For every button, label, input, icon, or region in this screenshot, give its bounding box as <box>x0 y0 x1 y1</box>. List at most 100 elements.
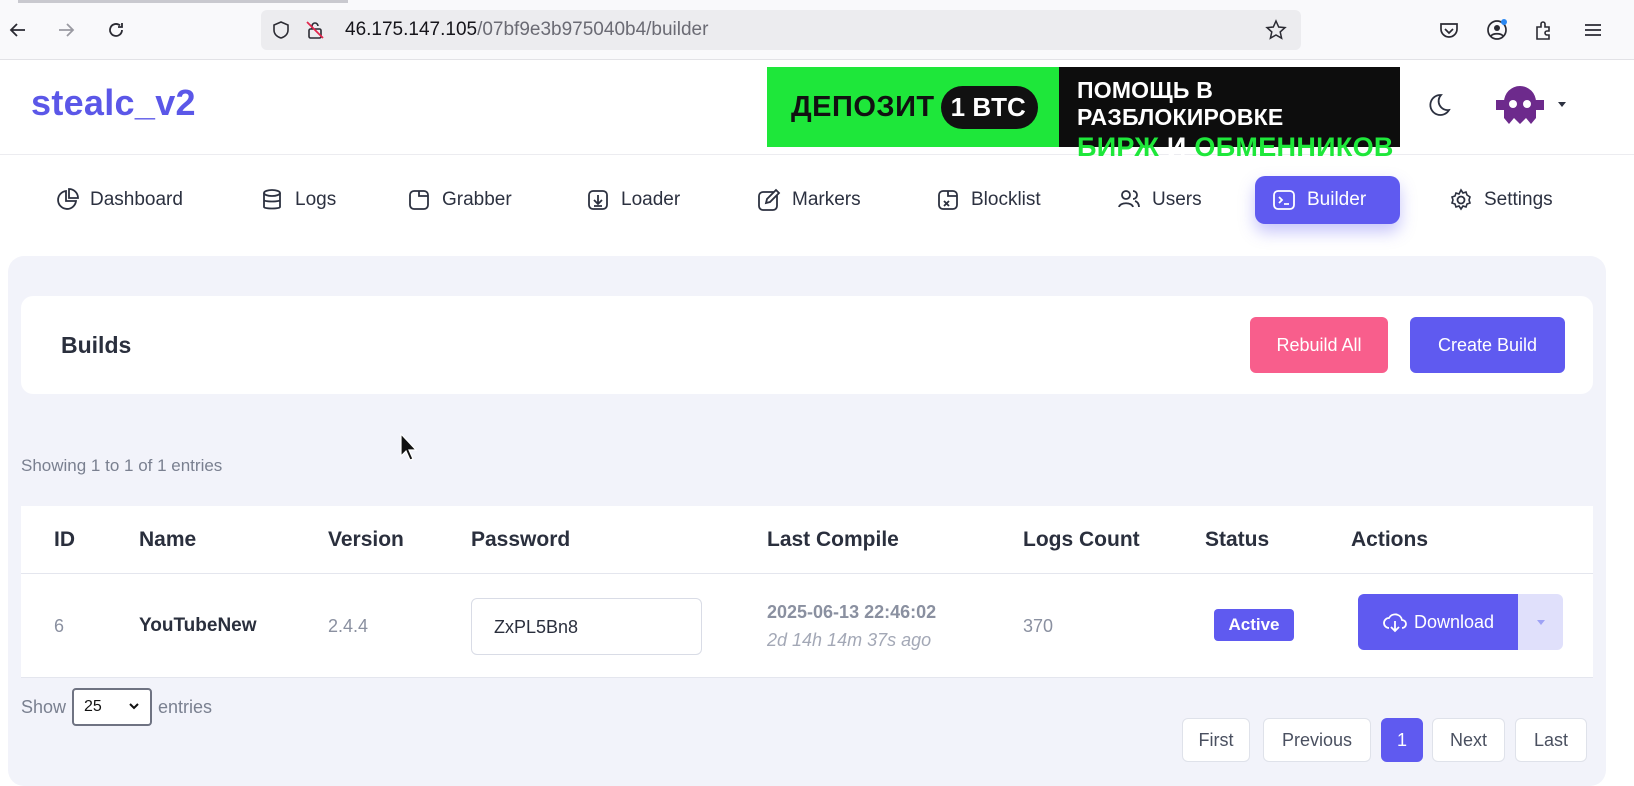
url-host: 46.175.147.105 <box>345 19 478 40</box>
nav-loader[interactable]: Loader <box>569 176 696 224</box>
page-size-control: Show 25 entries <box>21 688 212 726</box>
nav-dashboard-label: Dashboard <box>90 189 183 210</box>
banner-line1: ПОМОЩЬ В РАЗБЛОКИРОВКЕ <box>1077 77 1284 130</box>
nav-grabber-label: Grabber <box>442 189 512 210</box>
table-row: 6 YouTubeNew 2.4.4 ZxPL5Bn8 2025-06-13 2… <box>21 574 1593 678</box>
active-tab-indicator[interactable] <box>18 0 348 3</box>
nav-settings-label: Settings <box>1484 189 1553 210</box>
page-size-select[interactable]: 25 <box>72 688 153 726</box>
column-header-name[interactable]: Name <box>139 528 196 552</box>
show-label: Show <box>21 696 67 717</box>
forward-button[interactable] <box>52 16 80 44</box>
url-path: /07bf9e3b975040b4/builder <box>477 19 709 40</box>
forward-arrow-icon <box>59 23 75 37</box>
pagination-last[interactable]: Last <box>1515 718 1587 762</box>
nav-markers-label: Markers <box>792 189 861 210</box>
pagination-next[interactable]: Next <box>1432 718 1505 762</box>
reload-icon <box>109 23 123 37</box>
banner-line2: БИРЖ И ОБМЕННИКОВ <box>1077 131 1400 163</box>
banner-line2-b: И <box>1166 132 1187 162</box>
pagination-current[interactable]: 1 <box>1381 718 1423 762</box>
nav-logs-label: Logs <box>295 189 337 210</box>
cell-last-compile-ago: 2d 14h 14m 37s ago <box>767 630 932 650</box>
nav-blocklist-label: Blocklist <box>971 189 1041 210</box>
nav-markers[interactable]: Markers <box>740 176 877 224</box>
brand-logo[interactable]: stealc_v2 <box>31 82 196 124</box>
password-field[interactable]: ZxPL5Bn8 <box>471 598 702 655</box>
nav-logs[interactable]: Logs <box>243 176 352 224</box>
column-header-logs-count[interactable]: Logs Count <box>1023 528 1140 552</box>
blocked-file-icon <box>938 190 958 210</box>
avatar[interactable] <box>1494 80 1546 130</box>
pocket-icon[interactable] <box>1437 18 1461 42</box>
page-title: Builds <box>61 332 132 358</box>
download-label: Download <box>1413 611 1495 632</box>
ad-banner[interactable]: ДЕПОЗИТ 1 BTC ПОМОЩЬ В РАЗБЛОКИРОВКЕ БИР… <box>767 67 1400 162</box>
rebuild-all-button[interactable]: Rebuild All <box>1250 317 1388 373</box>
column-header-last-compile[interactable]: Last Compile <box>767 528 899 552</box>
cell-version: 2.4.4 <box>328 616 369 636</box>
cell-last-compile: 2025-06-13 22:46:02 <box>767 602 937 622</box>
app-header: stealc_v2 ДЕПОЗИТ 1 BTC ПОМОЩЬ В РАЗБЛОК… <box>0 60 1634 162</box>
file-icon <box>409 190 429 210</box>
download-dropdown-toggle[interactable] <box>1518 594 1563 650</box>
status-badge: Active <box>1214 609 1294 641</box>
banner-deposit-text: ДЕПОЗИТ <box>791 90 935 123</box>
create-build-button[interactable]: Create Build <box>1410 317 1565 373</box>
column-header-password[interactable]: Password <box>471 528 570 552</box>
address-bar[interactable]: 46.175.147.105/07bf9e3b975040b4/builder <box>261 10 1301 50</box>
banner-line2-c: ОБМЕННИКОВ <box>1194 132 1394 162</box>
banner-line2-a: БИРЖ <box>1077 132 1160 162</box>
url-text[interactable]: 46.175.147.105/07bf9e3b975040b4/builder <box>345 20 708 40</box>
nav-users-label: Users <box>1152 189 1202 210</box>
users-icon <box>1118 190 1140 208</box>
column-header-actions: Actions <box>1351 528 1429 551</box>
nav-loader-label: Loader <box>621 189 681 210</box>
banner-help: ПОМОЩЬ В РАЗБЛОКИРОВКЕ БИРЖ И ОБМЕННИКОВ <box>1059 67 1400 162</box>
extensions-icon[interactable] <box>1532 18 1556 42</box>
download-box-icon <box>588 190 608 210</box>
pagination-previous[interactable]: Previous <box>1263 718 1371 762</box>
entries-info: Showing 1 to 1 of 1 entries <box>21 456 223 475</box>
banner-deposit: ДЕПОЗИТ 1 BTC <box>767 67 1059 147</box>
page-size-value: 25 <box>84 698 102 715</box>
moon-icon[interactable] <box>1424 91 1452 119</box>
cell-logs-count: 370 <box>1023 616 1054 636</box>
builds-table: ID Name Version Password Last Compile Lo… <box>21 506 1593 678</box>
insecure-lock-icon[interactable] <box>305 20 325 40</box>
menu-icon[interactable] <box>1581 18 1605 42</box>
nav-builder-label: Builder <box>1307 189 1367 210</box>
back-arrow-icon <box>9 23 25 37</box>
account-icon[interactable] <box>1485 18 1509 42</box>
reload-button[interactable] <box>102 16 130 44</box>
column-header-status[interactable]: Status <box>1205 528 1269 552</box>
bookmark-star-icon[interactable] <box>1265 19 1287 41</box>
shield-icon[interactable] <box>271 20 291 40</box>
banner-btc-pill: 1 BTC <box>940 85 1038 129</box>
database-icon <box>263 189 281 210</box>
chevron-down-icon[interactable] <box>1556 98 1568 110</box>
nav-dashboard[interactable]: Dashboard <box>38 176 199 224</box>
nav-users[interactable]: Users <box>1100 176 1218 224</box>
nav-blocklist[interactable]: Blocklist <box>919 176 1057 224</box>
edit-icon <box>758 188 781 211</box>
content-panel: Builds Rebuild All Create Build Showing … <box>8 256 1606 786</box>
nav-settings[interactable]: Settings <box>1432 176 1569 224</box>
download-button[interactable]: Download <box>1358 594 1518 650</box>
column-header-version[interactable]: Version <box>328 528 404 552</box>
terminal-icon <box>1273 190 1295 210</box>
back-button[interactable] <box>4 16 32 44</box>
entries-label: entries <box>158 696 213 717</box>
mouse-cursor-icon <box>400 433 418 461</box>
pagination-first[interactable]: First <box>1182 718 1250 762</box>
cell-name: YouTubeNew <box>139 615 257 636</box>
nav-grabber[interactable]: Grabber <box>390 176 528 224</box>
column-header-id[interactable]: ID <box>54 528 75 552</box>
nav-builder[interactable]: Builder <box>1255 176 1400 224</box>
caret-down-icon <box>1536 620 1545 625</box>
builds-card: Builds Rebuild All Create Build <box>21 296 1593 394</box>
table-header: ID Name Version Password Last Compile Lo… <box>21 506 1593 574</box>
main-nav: Dashboard Logs Grabber Loader Markers Bl… <box>0 176 1634 226</box>
cloud-download-icon <box>1383 613 1407 633</box>
cell-id: 6 <box>54 616 65 636</box>
